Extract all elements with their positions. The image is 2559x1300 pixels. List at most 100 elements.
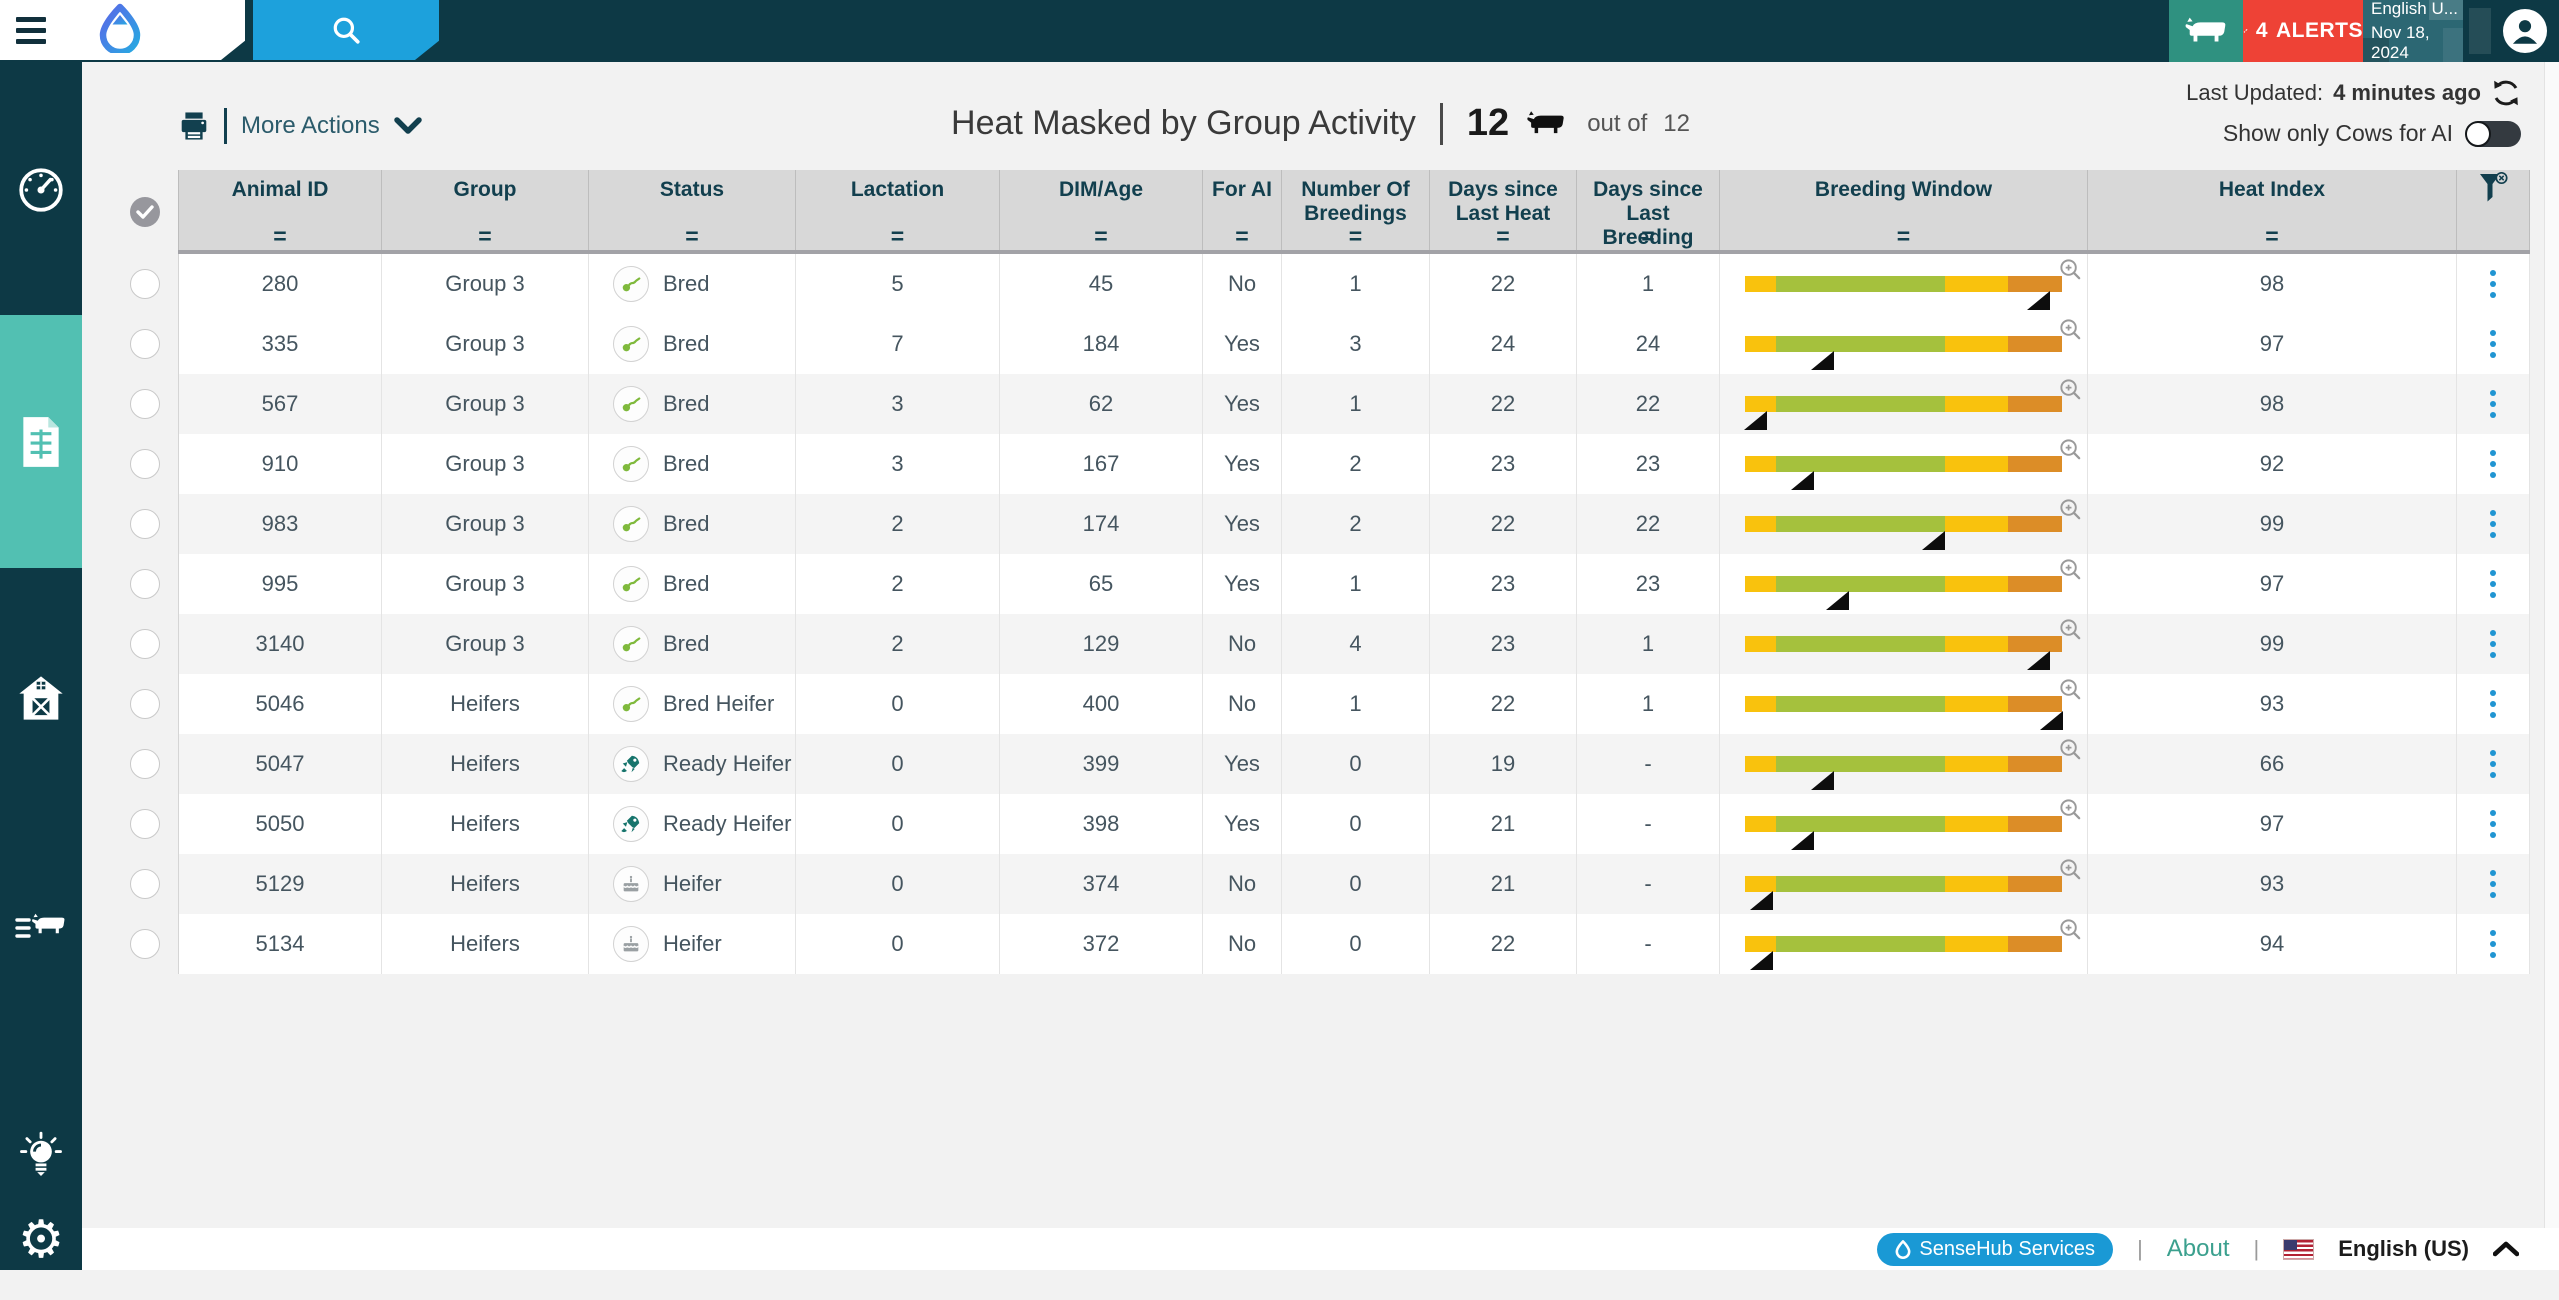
col-header-lactation[interactable]: Lactation= [796, 170, 1000, 250]
cell-animal-id[interactable]: 5134 [178, 914, 382, 974]
col-header-breeding-window[interactable]: Breeding Window= [1720, 170, 2088, 250]
sensehub-services-button[interactable]: SenseHub Services [1877, 1233, 2113, 1266]
search-button[interactable] [253, 0, 439, 60]
row-select-radio[interactable] [130, 749, 160, 779]
col-header-days-since-last-breeding[interactable]: Days since Last Breeding= [1577, 170, 1720, 250]
column-filter-icon[interactable]: = [1235, 225, 1248, 248]
col-header-number-of-breedings[interactable]: Number Of Breedings= [1282, 170, 1430, 250]
kebab-menu-icon[interactable] [2490, 390, 2496, 418]
table-row: 335 Group 3 Bred 7 184 Yes 3 24 24 [112, 314, 2530, 374]
row-select-radio[interactable] [130, 809, 160, 839]
sidebar-item-reports[interactable] [0, 315, 82, 568]
column-filter-icon[interactable]: = [1094, 225, 1107, 248]
row-select-radio[interactable] [130, 689, 160, 719]
sidebar-item-settings[interactable]: ⚙ [0, 1180, 82, 1300]
row-select-radio[interactable] [130, 869, 160, 899]
chevron-up-icon[interactable] [2493, 1241, 2519, 1257]
cell-animal-id[interactable]: 335 [178, 314, 382, 374]
table-row: 983 Group 3 Bred 2 174 Yes 2 22 22 [112, 494, 2530, 554]
row-select-radio[interactable] [130, 629, 160, 659]
status-icon-badge [613, 386, 649, 422]
col-header-for-ai[interactable]: For AI= [1203, 170, 1282, 250]
cell-number-of-breedings: 0 [1282, 794, 1430, 854]
table-row-cells: 3140 Group 3 Bred 2 129 No 4 23 1 [178, 614, 2530, 674]
cell-animal-id[interactable]: 567 [178, 374, 382, 434]
filter-funnel-icon[interactable] [2478, 170, 2508, 206]
cow-count: 12 [1467, 102, 1509, 145]
column-filter-icon[interactable]: = [1349, 225, 1362, 248]
col-header-group[interactable]: Group= [382, 170, 589, 250]
col-header-heat-index[interactable]: Heat Index= [2088, 170, 2457, 250]
herd-button[interactable] [2169, 0, 2243, 62]
cell-lactation: 0 [796, 794, 1000, 854]
sidebar-item-sort-cows[interactable] [0, 867, 82, 987]
plug-alerts-icon [2243, 16, 2248, 46]
column-filter-icon[interactable]: = [273, 225, 286, 248]
row-select-radio[interactable] [130, 269, 160, 299]
more-actions-button[interactable]: More Actions [241, 112, 422, 140]
col-header-status[interactable]: Status= [589, 170, 796, 250]
cell-group: Group 3 [382, 314, 589, 374]
sperm-icon [620, 273, 642, 295]
about-link[interactable]: About [2167, 1235, 2230, 1263]
kebab-menu-icon[interactable] [2490, 750, 2496, 778]
kebab-menu-icon[interactable] [2490, 570, 2496, 598]
status-label: Bred [663, 631, 709, 657]
kebab-menu-icon[interactable] [2490, 930, 2496, 958]
row-select-radio[interactable] [130, 569, 160, 599]
col-header-days-since-last-heat[interactable]: Days since Last Heat= [1430, 170, 1577, 250]
cow-sort-icon [14, 908, 68, 946]
cell-animal-id[interactable]: 3140 [178, 614, 382, 674]
kebab-menu-icon[interactable] [2490, 330, 2496, 358]
cell-days-since-last-heat: 22 [1430, 914, 1577, 974]
kebab-menu-icon[interactable] [2490, 870, 2496, 898]
column-filter-icon[interactable]: = [1496, 225, 1509, 248]
scrollbar-gutter[interactable] [2544, 62, 2559, 1270]
col-header-dim-age[interactable]: DIM/Age= [1000, 170, 1203, 250]
cell-animal-id[interactable]: 5046 [178, 674, 382, 734]
column-filter-icon[interactable]: = [685, 225, 698, 248]
show-only-toggle[interactable] [2467, 121, 2521, 147]
column-filter-icon[interactable]: = [478, 225, 491, 248]
cell-animal-id[interactable]: 910 [178, 434, 382, 494]
kebab-menu-icon[interactable] [2490, 450, 2496, 478]
kebab-menu-icon[interactable] [2490, 270, 2496, 298]
table-body: 280 Group 3 Bred 5 45 No 1 22 1 [112, 254, 2530, 974]
status-icon-badge [613, 686, 649, 722]
cell-animal-id[interactable]: 5129 [178, 854, 382, 914]
kebab-menu-icon[interactable] [2490, 810, 2496, 838]
sidebar-item-farm[interactable] [0, 638, 82, 758]
row-select-radio[interactable] [130, 449, 160, 479]
col-header-animal-id[interactable]: Animal ID= [178, 170, 382, 250]
cell-animal-id[interactable]: 995 [178, 554, 382, 614]
row-select-radio[interactable] [130, 929, 160, 959]
alerts-button[interactable]: 4 ALERTS [2243, 0, 2363, 62]
kebab-menu-icon[interactable] [2490, 690, 2496, 718]
refresh-icon[interactable] [2491, 78, 2521, 108]
select-all-checkbox[interactable] [130, 197, 160, 227]
column-filter-icon[interactable]: = [1641, 225, 1654, 248]
cell-for-ai: No [1203, 254, 1282, 314]
cell-animal-id[interactable]: 5047 [178, 734, 382, 794]
footer-language-selector[interactable]: English (US) [2338, 1236, 2469, 1262]
row-select-cell [112, 614, 178, 674]
cell-animal-id[interactable]: 983 [178, 494, 382, 554]
sensehub-drop-logo[interactable] [98, 3, 142, 58]
row-select-radio[interactable] [130, 509, 160, 539]
row-select-radio[interactable] [130, 389, 160, 419]
total-count: 12 [1663, 110, 1690, 138]
hamburger-menu-icon[interactable] [16, 17, 46, 44]
sidebar-item-dashboard[interactable] [0, 130, 82, 250]
breeding-window-marker-icon [2040, 711, 2063, 730]
account-button[interactable] [2503, 9, 2547, 53]
column-filter-icon[interactable]: = [891, 225, 904, 248]
row-select-radio[interactable] [130, 329, 160, 359]
header-language-date[interactable]: English U... Nov 18, 2024 [2363, 0, 2463, 62]
print-icon[interactable] [178, 110, 210, 142]
kebab-menu-icon[interactable] [2490, 510, 2496, 538]
column-filter-icon[interactable]: = [1897, 225, 1910, 248]
kebab-menu-icon[interactable] [2490, 630, 2496, 658]
column-filter-icon[interactable]: = [2265, 225, 2278, 248]
cell-animal-id[interactable]: 280 [178, 254, 382, 314]
cell-animal-id[interactable]: 5050 [178, 794, 382, 854]
